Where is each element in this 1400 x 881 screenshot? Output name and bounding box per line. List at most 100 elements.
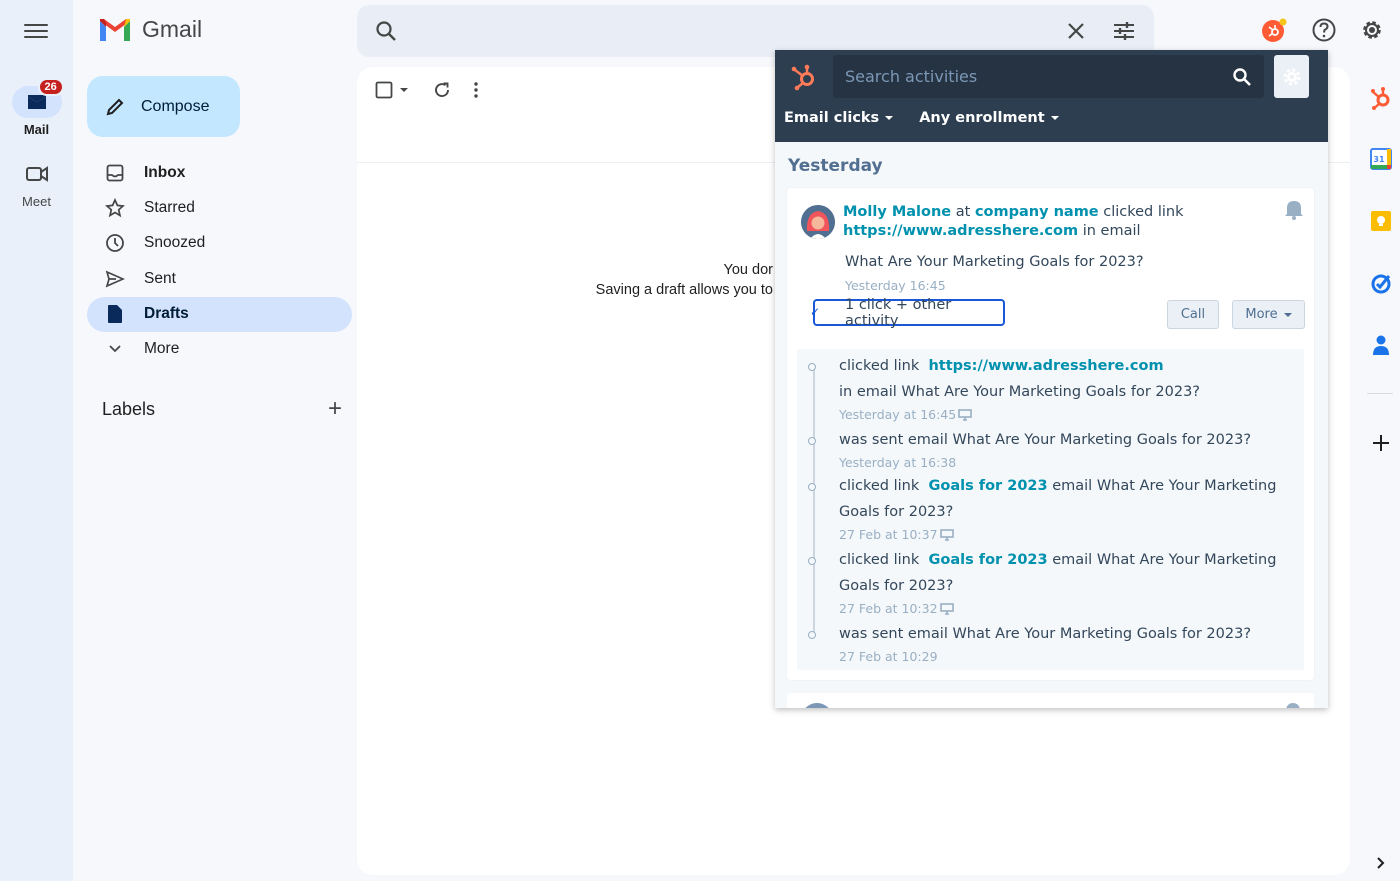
hubspot-sprocket-icon xyxy=(1371,87,1390,110)
add-label-button[interactable]: + xyxy=(328,397,342,421)
plus-icon xyxy=(1373,435,1389,451)
empty-subtitle: Saving a draft allows you to xyxy=(595,282,773,298)
desktop-icon xyxy=(939,529,954,541)
call-button[interactable]: Call xyxy=(1167,300,1219,329)
refresh-button[interactable] xyxy=(433,81,451,99)
timeline-time: Yesterday at 16:38 xyxy=(839,455,957,470)
hubspot-extension-button[interactable] xyxy=(1260,16,1288,44)
rail-item-mail[interactable]: 26 Mail xyxy=(0,78,73,137)
bell-icon[interactable] xyxy=(1286,703,1300,708)
filter-label: Email clicks xyxy=(784,110,880,126)
checkbox-icon xyxy=(375,81,393,99)
in-email-text: in email xyxy=(1082,223,1141,239)
timeline-link[interactable]: Goals for 2023 xyxy=(928,478,1047,494)
calendar-icon: 31 xyxy=(1370,148,1392,170)
draft-icon xyxy=(105,304,125,324)
activity-card-next xyxy=(787,693,1314,708)
sidepanel-hubspot[interactable] xyxy=(1368,85,1394,111)
activity-filters: Email clicks Any enrollment xyxy=(784,110,1059,126)
expand-activity-toggle[interactable]: ✓ 1 click + other activity xyxy=(810,296,1005,329)
filter-label: Any enrollment xyxy=(919,110,1045,126)
activity-timestamp: Yesterday 16:45 xyxy=(845,278,946,293)
folder-nav: Inbox Starred Snoozed Sent Drafts More xyxy=(87,155,352,367)
contacts-icon xyxy=(1373,335,1389,355)
caret-down-icon xyxy=(400,88,408,92)
search-icon[interactable] xyxy=(375,20,397,42)
labels-heading: Labels xyxy=(102,398,156,419)
timeline-text: was sent email What Are Your Marketing G… xyxy=(839,432,1252,448)
sidepanel-calendar[interactable]: 31 xyxy=(1368,146,1394,172)
nav-item-drafts[interactable]: Drafts xyxy=(87,296,352,332)
activity-search-input[interactable] xyxy=(845,67,1232,86)
nav-item-starred[interactable]: Starred xyxy=(87,190,352,225)
contact-avatar[interactable] xyxy=(801,703,833,708)
compose-button[interactable]: Compose xyxy=(87,76,240,137)
nav-label: Sent xyxy=(144,269,176,287)
unread-badge: 26 xyxy=(37,78,64,96)
chevron-right-icon xyxy=(1377,857,1385,869)
svg-text:31: 31 xyxy=(1373,155,1385,164)
timeline-item: clicked link Goals for 2023 email What A… xyxy=(808,473,1289,545)
hide-sidepanel-button[interactable] xyxy=(1368,850,1394,876)
filter-activity-type[interactable]: Email clicks xyxy=(784,110,894,126)
nav-label: Snoozed xyxy=(144,234,206,252)
more-vert-icon xyxy=(474,82,478,98)
expand-label: 1 click + other activity xyxy=(845,296,952,329)
gear-icon xyxy=(1283,68,1300,85)
sidepanel-keep[interactable] xyxy=(1368,208,1394,234)
nav-item-inbox[interactable]: Inbox xyxy=(87,155,352,190)
pencil-icon xyxy=(106,98,124,115)
caret-down-icon xyxy=(885,116,894,120)
empty-title: You dor xyxy=(723,262,773,278)
contact-avatar[interactable] xyxy=(801,205,835,239)
sidepanel-divider xyxy=(1367,393,1393,394)
caret-down-icon xyxy=(1050,116,1059,120)
get-addons-button[interactable] xyxy=(1368,430,1394,456)
gmail-logo[interactable]: Gmail xyxy=(98,16,202,43)
sidepanel-contacts[interactable] xyxy=(1368,332,1394,358)
timeline-link[interactable]: Goals for 2023 xyxy=(928,552,1047,568)
clear-search-button[interactable] xyxy=(1064,19,1088,43)
nav-item-sent[interactable]: Sent xyxy=(87,261,352,296)
search-options-button[interactable] xyxy=(1112,19,1136,43)
activity-search xyxy=(833,55,1264,98)
nav-label: Inbox xyxy=(144,163,186,181)
timeline-item: was sent email What Are Your Marketing G… xyxy=(808,427,1289,473)
more-actions-button[interactable]: More xyxy=(1232,300,1305,329)
nav-item-more[interactable]: More xyxy=(87,332,352,367)
contact-link[interactable]: Molly Malone xyxy=(843,204,951,220)
select-all-checkbox[interactable] xyxy=(375,81,411,99)
timeline-text: was sent email What Are Your Marketing G… xyxy=(839,626,1252,642)
notification-bell-button[interactable] xyxy=(1284,198,1304,224)
hubspot-icon xyxy=(1262,18,1287,42)
timeline-dot xyxy=(808,483,816,491)
help-button[interactable] xyxy=(1310,16,1338,44)
close-icon xyxy=(1068,23,1084,39)
timeline-time: 27 Feb at 10:29 xyxy=(839,649,938,664)
chevron-check-icon: ✓ xyxy=(810,305,821,319)
empty-drafts-message: You dor Saving a draft allows you to xyxy=(596,260,773,300)
desktop-icon xyxy=(958,409,973,421)
sidepanel-tasks[interactable] xyxy=(1368,270,1394,296)
hubspot-header: Email clicks Any enrollment xyxy=(775,50,1328,142)
timeline-time: 27 Feb at 10:32 xyxy=(839,601,938,616)
timeline-text: clicked link xyxy=(839,358,920,374)
rail-item-meet[interactable]: Meet xyxy=(0,158,73,209)
chevron-down-icon xyxy=(105,339,125,359)
more-options-button[interactable] xyxy=(473,81,479,99)
timeline-link[interactable]: https://www.adresshere.com xyxy=(928,358,1163,374)
hubspot-settings-button[interactable] xyxy=(1274,55,1309,98)
avatar-image xyxy=(801,205,835,239)
app-title: Gmail xyxy=(142,16,203,42)
settings-button[interactable] xyxy=(1358,16,1386,44)
main-menu-button[interactable] xyxy=(22,20,50,44)
company-link[interactable]: company name xyxy=(975,204,1099,220)
text-at: at xyxy=(955,204,971,220)
clicked-url-link[interactable]: https://www.adresshere.com xyxy=(843,223,1078,239)
nav-item-snoozed[interactable]: Snoozed xyxy=(87,226,352,261)
search-input[interactable] xyxy=(411,22,1040,40)
timeline-item: was sent email What Are Your Marketing G… xyxy=(808,621,1289,667)
filter-enrollment[interactable]: Any enrollment xyxy=(919,110,1059,126)
search-icon[interactable] xyxy=(1232,67,1252,87)
labels-section: Labels + xyxy=(102,397,342,421)
